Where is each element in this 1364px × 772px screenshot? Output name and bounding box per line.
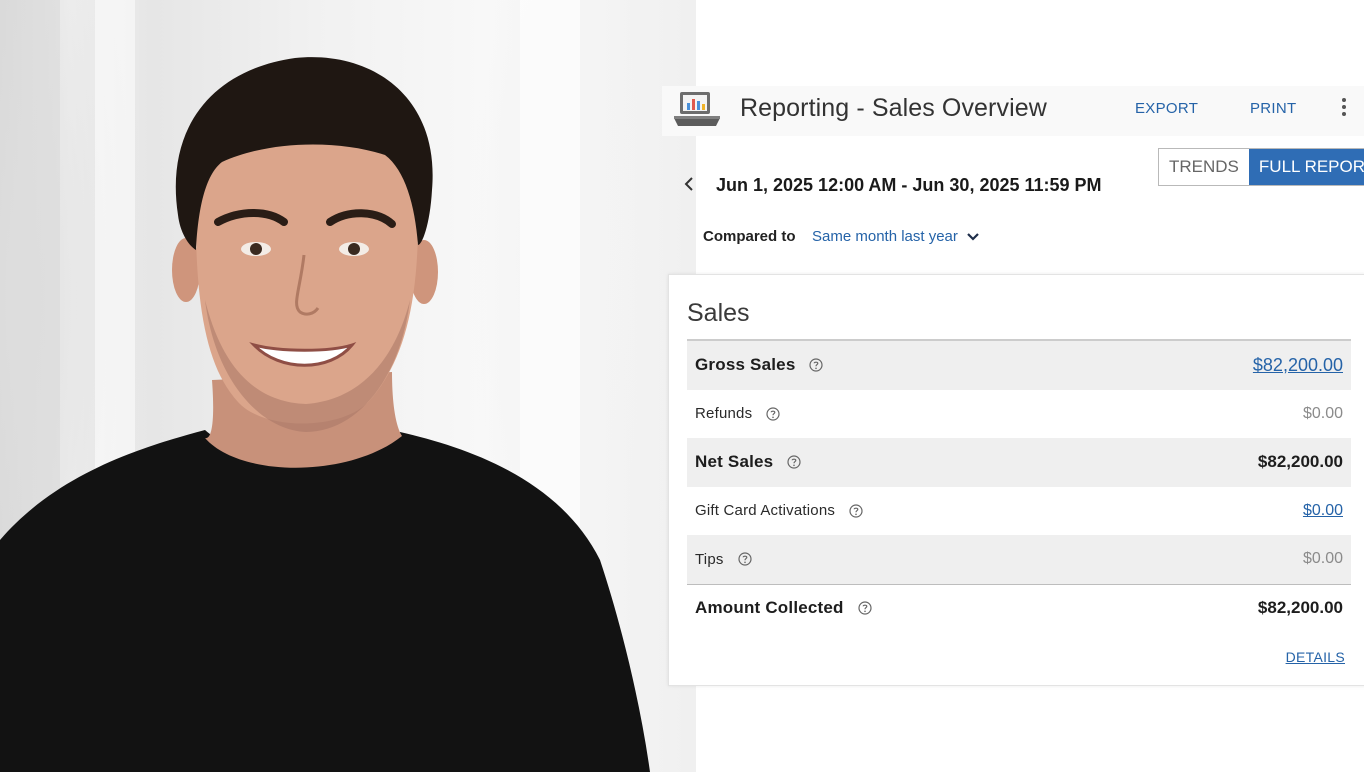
question-circle-icon[interactable] xyxy=(787,455,801,469)
refunds-value: $0.00 xyxy=(1302,404,1343,422)
view-toggle: TRENDS FULL REPORT xyxy=(1158,148,1364,186)
question-circle-icon[interactable] xyxy=(766,407,780,421)
gift-card-activations-value[interactable]: $0.00 xyxy=(1303,502,1343,520)
table-row: Refunds $0.00 xyxy=(687,390,1351,439)
row-label: Tips xyxy=(695,550,724,568)
table-row: Gift Card Activations $0.00 xyxy=(687,487,1351,536)
table-row: Gross Sales $82,200.00 xyxy=(687,341,1351,390)
report-header: Reporting - Sales Overview EXPORT PRINT xyxy=(662,86,1364,136)
tips-value: $0.00 xyxy=(1302,550,1343,568)
row-label: Refunds xyxy=(695,405,753,423)
table-row: Amount Collected $82,200.00 xyxy=(687,583,1351,633)
question-circle-icon[interactable] xyxy=(858,601,872,615)
details-link[interactable]: DETAILS xyxy=(1286,649,1345,665)
tab-full-report[interactable]: FULL REPORT xyxy=(1248,149,1364,185)
row-label: Net Sales xyxy=(695,452,774,472)
net-sales-value: $82,200.00 xyxy=(1257,452,1343,472)
page-title: Reporting - Sales Overview xyxy=(740,94,1047,122)
table-row: Net Sales $82,200.00 xyxy=(687,438,1351,487)
comparison-dropdown[interactable]: Same month last year xyxy=(812,228,980,246)
row-label: Gift Card Activations xyxy=(695,502,836,520)
comparison-value: Same month last year xyxy=(812,228,958,245)
sales-table: Gross Sales $82,200.00 Refunds $0.00 Net… xyxy=(687,339,1351,632)
tab-trends[interactable]: TRENDS xyxy=(1159,149,1249,185)
export-button[interactable]: EXPORT xyxy=(1135,100,1198,117)
vertical-dots-icon[interactable] xyxy=(1336,95,1352,119)
row-label: Amount Collected xyxy=(695,598,844,618)
sales-overview-report: Reporting - Sales Overview EXPORT PRINT … xyxy=(662,86,1364,686)
amount-collected-value: $82,200.00 xyxy=(1257,598,1343,618)
row-label: Gross Sales xyxy=(695,355,796,375)
date-range[interactable]: Jun 1, 2025 12:00 AM - Jun 30, 2025 11:5… xyxy=(716,175,1102,196)
chevron-left-icon[interactable] xyxy=(682,176,696,192)
chevron-down-icon xyxy=(966,229,980,246)
compare-label: Compared to xyxy=(703,228,796,245)
question-circle-icon[interactable] xyxy=(809,358,824,372)
gross-sales-value[interactable]: $82,200.00 xyxy=(1253,355,1343,376)
question-circle-icon[interactable] xyxy=(849,504,863,518)
print-button[interactable]: PRINT xyxy=(1250,100,1297,117)
reporting-register-icon xyxy=(672,90,722,128)
question-circle-icon[interactable] xyxy=(737,552,752,566)
table-row: Tips $0.00 xyxy=(687,535,1351,584)
portrait-photo xyxy=(0,0,696,772)
sales-card: Sales Gross Sales $82,200.00 Refunds $0.… xyxy=(668,274,1364,686)
card-title: Sales xyxy=(687,299,750,327)
